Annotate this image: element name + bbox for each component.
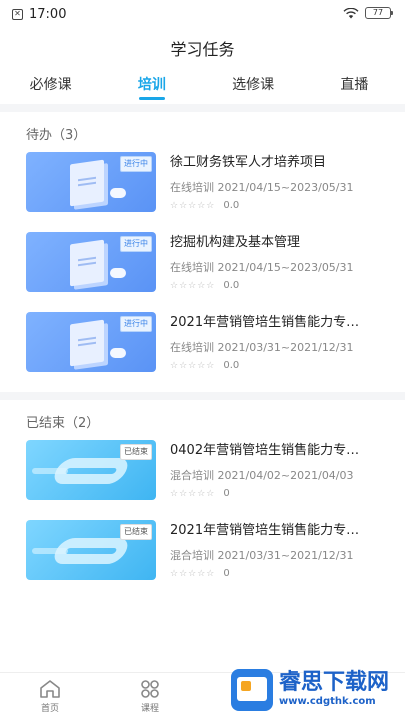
section-title-todo: 待办（3） bbox=[26, 128, 87, 143]
book-icon bbox=[70, 239, 104, 287]
wifi-icon bbox=[343, 7, 359, 18]
course-thumbnail: 进行中 bbox=[26, 312, 156, 372]
course-rating: ☆☆☆☆☆ 0.0 bbox=[170, 358, 381, 374]
watermark-text: 睿思下载网 www.cdgthk.com bbox=[279, 671, 389, 709]
status-bar: ✕ 17:00 77 bbox=[0, 0, 405, 28]
star-rating-icon: ☆☆☆☆☆ bbox=[170, 281, 216, 291]
rating-value: 0 bbox=[223, 488, 230, 499]
course-info: 挖掘机构建及基本管理 在线培训 2021/04/15~2023/05/31 ☆☆… bbox=[170, 232, 381, 294]
course-item[interactable]: 进行中 2021年营销管培生销售能力专… 在线培训 2021/03/31~202… bbox=[0, 312, 405, 392]
course-info: 0402年营销管培生销售能力专… 混合培训 2021/04/02~2021/04… bbox=[170, 440, 381, 502]
star-rating-icon: ☆☆☆☆☆ bbox=[170, 569, 216, 579]
book-icon bbox=[70, 159, 104, 207]
course-thumbnail: 进行中 bbox=[26, 152, 156, 212]
tab-training[interactable]: 培训 bbox=[101, 66, 202, 104]
watermark-name: 睿思下载网 bbox=[279, 670, 390, 695]
course-rating: ☆☆☆☆☆ 0.0 bbox=[170, 278, 381, 294]
nav-home[interactable]: 首页 bbox=[0, 673, 100, 720]
course-meta: 在线培训 2021/04/15~2023/05/31 bbox=[170, 181, 354, 194]
status-badge: 进行中 bbox=[120, 156, 152, 172]
decorative-shape bbox=[110, 188, 126, 198]
grid-icon bbox=[141, 680, 159, 698]
course-meta: 混合培训 2021/04/02~2021/04/03 bbox=[170, 469, 354, 482]
course-title: 徐工财务铁军人才培养项目 bbox=[170, 155, 327, 170]
divider bbox=[0, 392, 405, 400]
tab-bar: 必修课 培训 选修课 直播 bbox=[0, 66, 405, 104]
course-info: 2021年营销管培生销售能力专… 混合培训 2021/03/31~2021/12… bbox=[170, 520, 381, 582]
rating-value: 0.0 bbox=[223, 280, 240, 291]
status-time: 17:00 bbox=[29, 6, 67, 22]
star-rating-icon: ☆☆☆☆☆ bbox=[170, 201, 216, 211]
course-item[interactable]: 进行中 徐工财务铁军人才培养项目 在线培训 2021/04/15~2023/05… bbox=[0, 152, 405, 232]
battery-icon: 77 bbox=[365, 7, 393, 19]
page-title: 学习任务 bbox=[170, 40, 235, 59]
course-title: 挖掘机构建及基本管理 bbox=[170, 235, 301, 250]
status-right: 77 bbox=[343, 7, 393, 19]
course-meta: 在线培训 2021/03/31~2021/12/31 bbox=[170, 341, 354, 354]
course-rating: ☆☆☆☆☆ 0.0 bbox=[170, 198, 381, 214]
course-title: 0402年营销管培生销售能力专… bbox=[170, 443, 360, 458]
star-rating-icon: ☆☆☆☆☆ bbox=[170, 489, 216, 499]
decorative-shape bbox=[110, 348, 126, 358]
status-badge: 已结束 bbox=[120, 524, 152, 540]
book-icon bbox=[70, 319, 104, 367]
tab-required-courses[interactable]: 必修课 bbox=[0, 66, 101, 104]
nav-courses[interactable]: 课程 bbox=[100, 673, 200, 720]
divider bbox=[0, 104, 405, 112]
decorative-shape bbox=[110, 268, 126, 278]
course-title: 2021年营销管培生销售能力专… bbox=[170, 315, 360, 330]
tab-live[interactable]: 直播 bbox=[304, 66, 405, 104]
rating-value: 0.0 bbox=[223, 360, 240, 371]
rating-value: 0.0 bbox=[223, 200, 240, 211]
watermark-logo-icon bbox=[231, 669, 273, 711]
course-item[interactable]: 进行中 挖掘机构建及基本管理 在线培训 2021/04/15~2023/05/3… bbox=[0, 232, 405, 312]
course-thumbnail: 进行中 bbox=[26, 232, 156, 292]
nav-courses-label: 课程 bbox=[140, 704, 159, 714]
status-left: ✕ 17:00 bbox=[12, 7, 66, 22]
home-icon bbox=[40, 680, 60, 698]
course-thumbnail: 已结束 bbox=[26, 440, 156, 500]
section-title-ended: 已结束（2） bbox=[26, 416, 100, 431]
status-badge: 已结束 bbox=[120, 444, 152, 460]
course-meta: 在线培训 2021/04/15~2023/05/31 bbox=[170, 261, 354, 274]
rating-value: 0 bbox=[223, 568, 230, 579]
course-info: 徐工财务铁军人才培养项目 在线培训 2021/04/15~2023/05/31 … bbox=[170, 152, 381, 214]
nav-home-label: 首页 bbox=[40, 704, 59, 714]
tab-elective-courses[interactable]: 选修课 bbox=[203, 66, 304, 104]
course-item[interactable]: 已结束 0402年营销管培生销售能力专… 混合培训 2021/04/02~202… bbox=[0, 440, 405, 520]
course-info: 2021年营销管培生销售能力专… 在线培训 2021/03/31~2021/12… bbox=[170, 312, 381, 374]
course-meta: 混合培训 2021/03/31~2021/12/31 bbox=[170, 549, 354, 562]
course-title: 2021年营销管培生销售能力专… bbox=[170, 523, 360, 538]
decorative-shape bbox=[49, 538, 133, 564]
watermark-url: www.cdgthk.com bbox=[279, 696, 376, 707]
site-watermark: 睿思下载网 www.cdgthk.com bbox=[231, 666, 399, 714]
course-item[interactable]: 已结束 2021年营销管培生销售能力专… 混合培训 2021/03/31~202… bbox=[0, 520, 405, 600]
notification-icon: ✕ bbox=[12, 8, 23, 20]
course-thumbnail: 已结束 bbox=[26, 520, 156, 580]
status-badge: 进行中 bbox=[120, 316, 152, 332]
decorative-shape bbox=[49, 458, 133, 484]
course-rating: ☆☆☆☆☆ 0 bbox=[170, 566, 381, 582]
course-rating: ☆☆☆☆☆ 0 bbox=[170, 486, 381, 502]
status-badge: 进行中 bbox=[120, 236, 152, 252]
star-rating-icon: ☆☆☆☆☆ bbox=[170, 361, 216, 371]
